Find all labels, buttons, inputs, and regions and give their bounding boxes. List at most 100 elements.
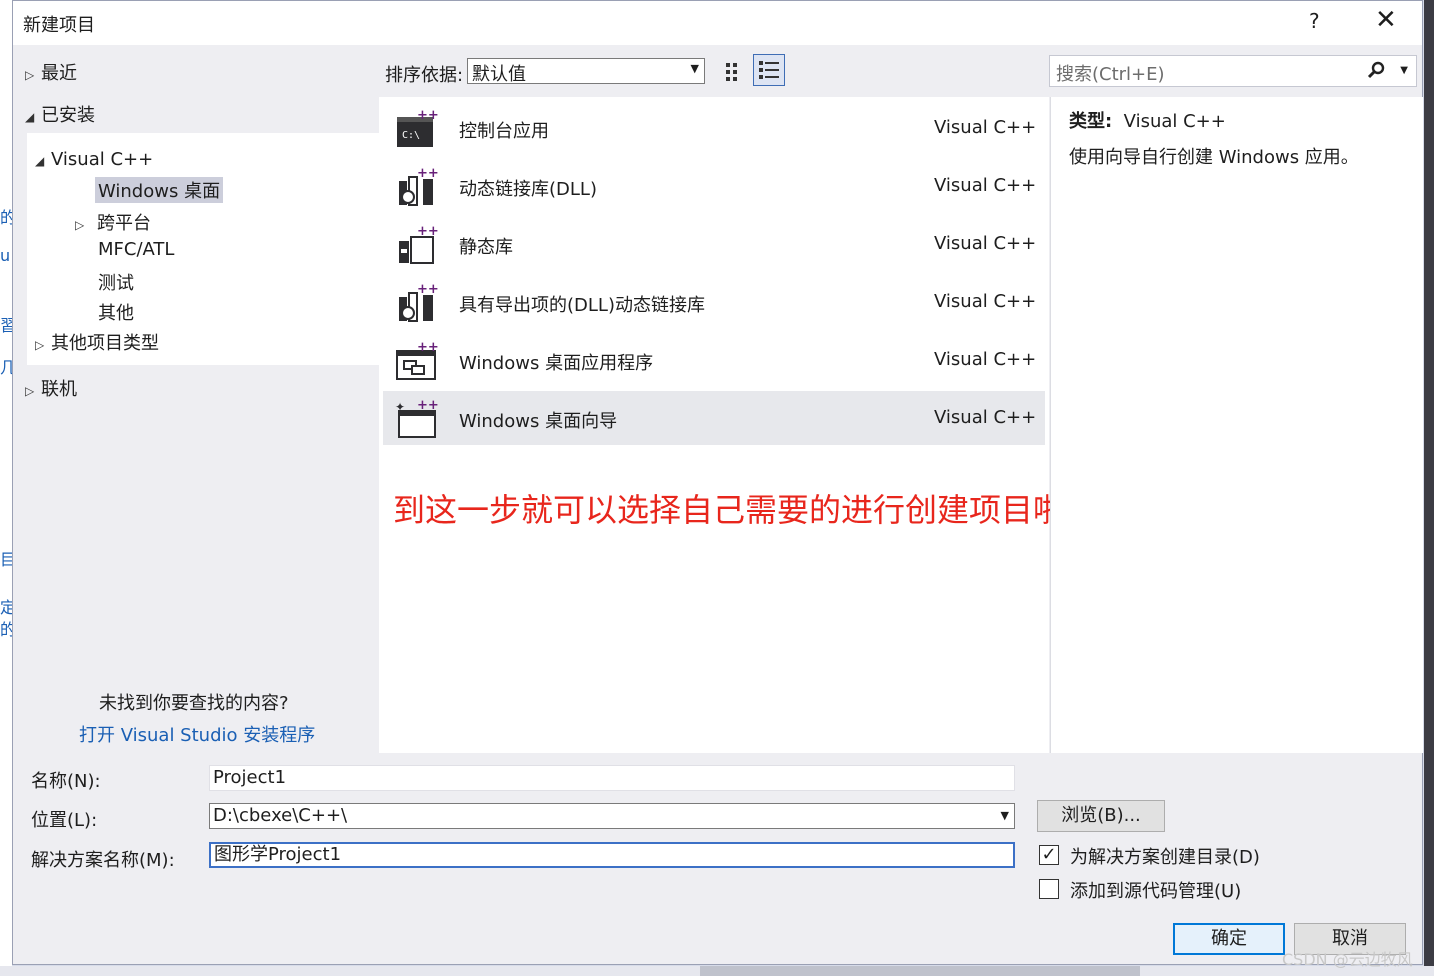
svg-text:++: ++ <box>417 283 439 297</box>
tree-item-other-project-types[interactable]: ▷ 其他项目类型 <box>35 329 159 355</box>
desktop-app-icon: ++ <box>396 341 439 380</box>
new-project-dialog: 新建项目 ? ✕ ▷ 最近 ◢ 已安装 ◢ Visual C++ Windows 桌面… <box>12 0 1423 965</box>
template-row-dll-exports[interactable]: ++ 具有导出项的(DLL)动态链接库 Visual C++ <box>383 275 1045 329</box>
template-language: Visual C++ <box>934 291 1037 312</box>
tree-item-label: MFC/ATL <box>98 239 175 260</box>
template-row-static-lib[interactable]: ++ 静态库 Visual C++ <box>383 217 1045 271</box>
template-name: 控制台应用 <box>459 121 549 142</box>
sort-dropdown[interactable]: 默认值 ▼ <box>467 58 705 85</box>
chevron-down-icon[interactable]: ▼ <box>1400 65 1408 76</box>
location-combo[interactable]: D:\cbexe\C++\ ▼ <box>209 803 1015 829</box>
type-label: 类型: <box>1069 111 1113 132</box>
tree-item-label: Visual C++ <box>51 149 154 170</box>
template-row-dll[interactable]: ++ 动态链接库(DLL) Visual C++ <box>383 159 1045 213</box>
template-language: Visual C++ <box>934 233 1037 254</box>
template-name: Windows 桌面应用程序 <box>459 353 654 374</box>
expanded-triangle-icon: ◢ <box>35 154 45 168</box>
help-button[interactable]: ? <box>1309 9 1320 33</box>
title-bar: 新建项目 ? ✕ <box>13 1 1422 45</box>
svg-text:✦: ✦ <box>395 400 405 414</box>
tree-item-label: 其他项目类型 <box>51 333 159 354</box>
dll-icon: ++ <box>399 167 439 206</box>
not-found-text: 未找到你要查找的内容? <box>99 693 289 714</box>
template-row-desktop-wizard[interactable]: ✦ ++ Windows 桌面向导 Visual C++ <box>383 391 1045 445</box>
source-control-label: 添加到源代码管理(U) <box>1070 881 1242 902</box>
location-value: D:\cbexe\C++\ <box>213 805 348 826</box>
template-language: Visual C++ <box>934 349 1037 370</box>
ok-button[interactable]: 确定 <box>1173 923 1285 955</box>
checkbox-unchecked-icon <box>1039 879 1059 899</box>
nav-recent[interactable]: ▷ 最近 <box>25 59 77 85</box>
annotation-text: 到这一步就可以选择自己需要的进行创建项目啦！！！ <box>393 491 1162 529</box>
chevron-down-icon: ▼ <box>690 62 699 75</box>
chevron-right-icon: ▷ <box>35 338 45 352</box>
close-button[interactable]: ✕ <box>1375 5 1397 35</box>
nav-online[interactable]: ▷ 联机 <box>25 375 77 401</box>
svg-text:++: ++ <box>417 225 439 239</box>
search-box[interactable]: 搜索(Ctrl+E) ▼ <box>1049 55 1417 87</box>
background-window-strip: 的 u 習 几 目 定 的 <box>0 0 16 976</box>
type-value: Visual C++ <box>1123 111 1226 132</box>
tree-item-label: Windows 桌面 <box>98 181 221 202</box>
list-view-button[interactable] <box>753 54 785 86</box>
template-language: Visual C++ <box>934 407 1037 428</box>
template-tree: ◢ Visual C++ Windows 桌面 ▷ 跨平台 MFC/ATL 测试 其… <box>27 133 381 365</box>
sort-value: 默认值 <box>472 64 526 85</box>
template-language: Visual C++ <box>934 117 1037 138</box>
nav-installed[interactable]: ◢ 已安装 <box>25 101 95 127</box>
solution-name-input[interactable]: 图形学Project1 <box>209 842 1015 868</box>
details-pane: 类型: Visual C++ 使用向导自行创建 Windows 应用。 <box>1050 97 1423 753</box>
nav-online-label: 联机 <box>41 379 77 400</box>
checkbox-checked-icon: ✓ <box>1039 845 1059 865</box>
tree-item-windows-desktop[interactable]: Windows 桌面 <box>95 177 224 203</box>
template-name: 动态链接库(DLL) <box>459 179 597 200</box>
template-row-desktop-app[interactable]: ++ Windows 桌面应用程序 Visual C++ <box>383 333 1045 387</box>
svg-text:++: ++ <box>417 399 439 413</box>
template-row-console-app[interactable]: C:\ ++ 控制台应用 Visual C++ <box>383 101 1045 155</box>
browse-button[interactable]: 浏览(B)... <box>1037 800 1165 832</box>
list-view-icon <box>759 61 779 79</box>
location-label: 位置(L): <box>31 810 98 831</box>
console-app-icon: C:\ ++ <box>397 109 439 147</box>
tree-item-visual-cpp[interactable]: ◢ Visual C++ <box>35 149 153 170</box>
search-placeholder: 搜索(Ctrl+E) <box>1056 64 1165 85</box>
nav-recent-label: 最近 <box>41 63 77 84</box>
svg-text:++: ++ <box>417 341 439 355</box>
template-description: 使用向导自行创建 Windows 应用。 <box>1069 147 1359 168</box>
desktop-wizard-icon: ✦ ++ <box>395 399 439 438</box>
open-installer-link[interactable]: 打开 Visual Studio 安装程序 <box>79 721 315 747</box>
tree-item-cross-platform[interactable]: ▷ 跨平台 <box>75 209 151 235</box>
template-language: Visual C++ <box>934 175 1037 196</box>
template-list: C:\ ++ 控制台应用 Visual C++ ++ 动态链接库(DLL) Vi… <box>379 97 1161 753</box>
dialog-title: 新建项目 <box>23 15 95 36</box>
nav-installed-label: 已安装 <box>41 105 95 126</box>
dll-exports-icon: ++ <box>399 283 439 322</box>
chevron-right-icon: ▷ <box>75 218 85 232</box>
grid-view-button[interactable] <box>719 58 747 86</box>
background-text-fragment: u <box>0 246 11 265</box>
tree-item-test[interactable]: 测试 <box>98 269 134 295</box>
search-icon[interactable] <box>1366 60 1386 85</box>
template-name: 静态库 <box>459 237 513 258</box>
tree-item-label: 其他 <box>98 303 134 324</box>
template-type: 类型: Visual C++ <box>1069 107 1226 133</box>
name-input[interactable]: Project1 <box>209 765 1015 791</box>
svg-text:C:\: C:\ <box>402 130 420 141</box>
chevron-right-icon: ▷ <box>25 68 35 82</box>
background-dark-strip <box>1424 0 1434 976</box>
chevron-right-icon: ▷ <box>25 384 35 398</box>
sort-label: 排序依据: <box>385 65 464 86</box>
grid-view-icon <box>726 63 737 81</box>
svg-text:++: ++ <box>417 167 439 181</box>
template-name: 具有导出项的(DLL)动态链接库 <box>459 295 705 316</box>
name-label: 名称(N): <box>31 771 101 792</box>
svg-text:++: ++ <box>417 109 439 123</box>
expanded-triangle-icon: ◢ <box>25 110 35 124</box>
static-lib-icon: ++ <box>399 225 439 264</box>
chevron-down-icon[interactable]: ▼ <box>1001 804 1009 828</box>
tree-item-other[interactable]: 其他 <box>98 299 134 325</box>
create-directory-label: 为解决方案创建目录(D) <box>1070 847 1260 868</box>
tree-item-mfc-atl[interactable]: MFC/ATL <box>98 239 174 260</box>
tree-item-label: 测试 <box>98 273 134 294</box>
template-name: Windows 桌面向导 <box>459 411 618 432</box>
